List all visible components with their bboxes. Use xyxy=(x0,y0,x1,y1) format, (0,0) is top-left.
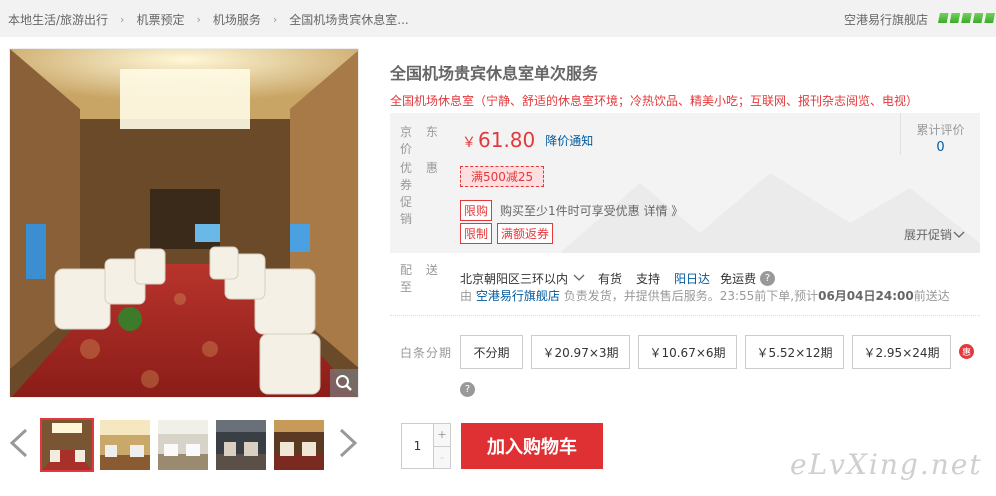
help-icon[interactable]: ? xyxy=(760,270,776,286)
express-link[interactable]: 阳日达 xyxy=(674,270,710,287)
delivery-label: 配 送 至 xyxy=(400,263,443,294)
promo-tag-restrict: 限制 xyxy=(460,223,493,244)
plan-option-none[interactable]: 不分期 xyxy=(460,335,523,369)
add-to-cart-button[interactable]: 加入购物车 xyxy=(461,423,603,469)
promo-tag-coupon-return: 满额返券 xyxy=(497,223,554,244)
breadcrumb-current: 全国机场贵宾休息室... xyxy=(289,13,409,27)
quantity-minus-button[interactable]: - xyxy=(434,445,450,468)
shop-rating-icon xyxy=(938,13,996,23)
promo-tag-limit: 限购 xyxy=(460,199,493,221)
top-bar: 本地生活/旅游出行 › 机票预定 › 机场服务 › 全国机场贵宾休息室... 空… xyxy=(0,0,996,37)
price-value: ￥ 61.80 xyxy=(462,128,536,152)
watermark: eLvXing.net xyxy=(790,448,983,481)
thumbnail-list xyxy=(40,418,330,472)
thumbnail-4[interactable] xyxy=(214,418,268,472)
shop-name-link[interactable]: 空港易行旗舰店 xyxy=(844,11,928,28)
promo-row: 促 销 限购 购买至少1件时可享受优惠 详情 》 xyxy=(400,193,683,227)
quantity-plus-button[interactable]: + xyxy=(434,424,450,446)
promo-label: 促 销 xyxy=(400,195,452,226)
product-subtitle: 全国机场休息室（宁静、舒适的休息室环境；冷热饮品、精美小吃；互联网、报刊杂志阅览… xyxy=(390,94,919,108)
coupon-row: 优 惠 券 满500减25 xyxy=(400,159,545,193)
plan-option-24[interactable]: ￥2.95×24期 xyxy=(852,335,951,369)
breadcrumb-item-local-life[interactable]: 本地生活/旅游出行 xyxy=(8,11,108,28)
review-summary[interactable]: 累计评价 0 xyxy=(900,113,980,155)
product-title: 全国机场贵宾休息室单次服务 xyxy=(390,64,599,83)
quantity-stepper: + - xyxy=(401,423,451,469)
thumb-prev-arrow-icon[interactable] xyxy=(8,428,30,458)
price-label: 京 东 价 xyxy=(400,125,443,156)
review-label: 累计评价 xyxy=(916,123,965,137)
zoom-icon[interactable] xyxy=(330,369,358,397)
price-panel: 京 东 价 ￥ 61.80 降价通知 优 惠 券 满500减25 促 销 限购 购… xyxy=(390,113,980,253)
free-shipping-label: 免运费 xyxy=(720,271,757,286)
price-notify-link[interactable]: 降价通知 xyxy=(545,132,593,149)
review-count[interactable]: 0 xyxy=(901,140,980,155)
plan-option-6[interactable]: ￥10.67×6期 xyxy=(638,335,737,369)
coupon-label: 优 惠 券 xyxy=(400,161,443,192)
promo-row-2: 限制 满额返券 xyxy=(460,223,554,244)
plan-option-12[interactable]: ￥5.52×12期 xyxy=(745,335,844,369)
price-row: 京 东 价 ￥ 61.80 降价通知 xyxy=(400,123,593,157)
chevron-right-icon: › xyxy=(196,13,201,26)
support-label: 支持 xyxy=(636,271,661,286)
thumbnail-3[interactable] xyxy=(156,418,210,472)
stock-status: 有货 xyxy=(598,271,623,286)
installment-plans: 不分期 ￥20.97×3期 ￥10.67×6期 ￥5.52×12期 ￥2.95×… xyxy=(460,335,959,369)
thumb-next-arrow-icon[interactable] xyxy=(337,428,359,458)
promo-detail-link[interactable]: 购买至少1件时可享受优惠 详情 》 xyxy=(500,202,683,219)
plan-option-3[interactable]: ￥20.97×3期 xyxy=(531,335,630,369)
divider xyxy=(390,315,980,316)
breadcrumb-item-airport-service[interactable]: 机场服务 xyxy=(213,11,261,28)
installment-label: 白条分期 xyxy=(400,346,453,360)
delivery-note: 由 空港易行旗舰店 负责发货，并提供售后服务。23:55前下单,预计06月04日… xyxy=(460,289,950,303)
chevron-down-icon xyxy=(953,231,965,238)
chevron-right-icon: › xyxy=(120,13,125,26)
delivery-address-select[interactable]: 北京朝阳区三环以内 xyxy=(460,270,586,287)
expand-promo-button[interactable]: 展开促销 xyxy=(904,226,966,243)
main-product-image[interactable] xyxy=(9,48,359,398)
breadcrumb-item-flights[interactable]: 机票预定 xyxy=(136,11,184,28)
breadcrumb: 本地生活/旅游出行 › 机票预定 › 机场服务 › 全国机场贵宾休息室... xyxy=(8,11,409,28)
thumbnail-5[interactable] xyxy=(272,418,326,472)
thumbnail-2[interactable] xyxy=(98,418,152,472)
help-icon[interactable]: ? xyxy=(460,382,475,397)
thumbnail-1[interactable] xyxy=(40,418,94,472)
coupon-badge[interactable]: 满500减25 xyxy=(460,165,545,187)
quantity-input[interactable] xyxy=(402,424,433,468)
discount-badge-icon: 惠 xyxy=(959,344,974,359)
delivery-shop-link[interactable]: 空港易行旗舰店 xyxy=(476,289,560,303)
installment-label-row: 白条分期 xyxy=(400,344,460,361)
chevron-down-icon xyxy=(573,274,585,281)
chevron-right-icon: › xyxy=(272,13,278,26)
